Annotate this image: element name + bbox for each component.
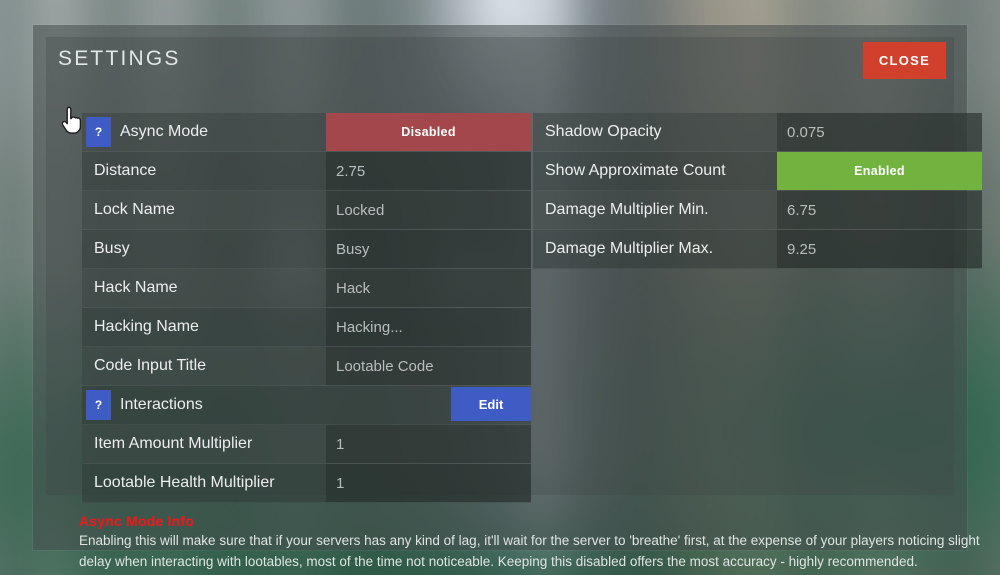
settings-row: ? Async Mode Disabled [82,113,531,152]
settings-row: Hacking Name Hacking... [82,308,531,347]
setting-label: Hack Name [94,279,178,296]
setting-label: Lock Name [94,201,175,218]
settings-column-left: ? Async Mode Disabled Distance 2.75 Lock Name… [82,113,531,503]
settings-row: Busy Busy [82,230,531,269]
close-button[interactable]: CLOSE [863,42,946,79]
setting-value-input[interactable]: Locked [326,191,531,229]
setting-value-input[interactable]: 2.75 [326,152,531,190]
settings-row: Lootable Health Multiplier 1 [82,464,531,503]
setting-value-input[interactable]: Lootable Code [326,347,531,385]
settings-row: ? Interactions Edit [82,386,531,425]
settings-row: Damage Multiplier Max. 9.25 [533,230,982,269]
edit-button[interactable]: Edit [451,387,531,421]
setting-value-input[interactable]: Hack [326,269,531,307]
setting-label: Damage Multiplier Max. [545,240,714,257]
setting-toggle-button[interactable]: Disabled [326,113,531,151]
settings-row: Damage Multiplier Min. 6.75 [533,191,982,230]
setting-label: Show Approximate Count [545,162,726,179]
setting-label: Shadow Opacity [545,123,662,140]
setting-label: Damage Multiplier Min. [545,201,709,218]
setting-value-input[interactable]: 6.75 [777,191,982,229]
help-icon[interactable]: ? [86,117,111,147]
setting-value-input[interactable]: 9.25 [777,230,982,268]
setting-label: Distance [94,162,157,179]
settings-panel: SETTINGS CLOSE ? Async Mode Disabled Distan… [33,25,982,569]
setting-value-input[interactable]: 1 [326,425,531,463]
settings-row: Show Approximate Count Enabled [533,152,982,191]
setting-toggle-button[interactable]: Enabled [777,152,982,190]
setting-label: Code Input Title [94,357,207,374]
settings-row: Lock Name Locked [82,191,531,230]
settings-row: Hack Name Hack [82,269,531,308]
setting-label: Interactions [120,396,203,413]
setting-label: Async Mode [120,123,209,140]
setting-value-input[interactable]: Hacking... [326,308,531,346]
setting-label: Item Amount Multiplier [94,435,253,452]
settings-row: Item Amount Multiplier 1 [82,425,531,464]
settings-row: Distance 2.75 [82,152,531,191]
help-icon[interactable]: ? [86,390,111,420]
setting-value-input[interactable]: 0.075 [777,113,982,151]
setting-value-input[interactable]: Busy [326,230,531,268]
settings-row: Code Input Title Lootable Code [82,347,531,386]
info-panel: Async Mode Info Enabling this will make … [79,513,984,572]
info-body: Enabling this will make sure that if you… [79,533,980,569]
setting-value-input[interactable]: 1 [326,464,531,502]
settings-row: Shadow Opacity 0.075 [533,113,982,152]
setting-label: Busy [94,240,130,257]
setting-label: Lootable Health Multiplier [94,474,275,491]
page-title: SETTINGS [58,47,181,70]
info-title: Async Mode Info [79,513,195,529]
settings-column-right: Shadow Opacity 0.075 Show Approximate Coun… [533,113,982,269]
setting-label: Hacking Name [94,318,199,335]
